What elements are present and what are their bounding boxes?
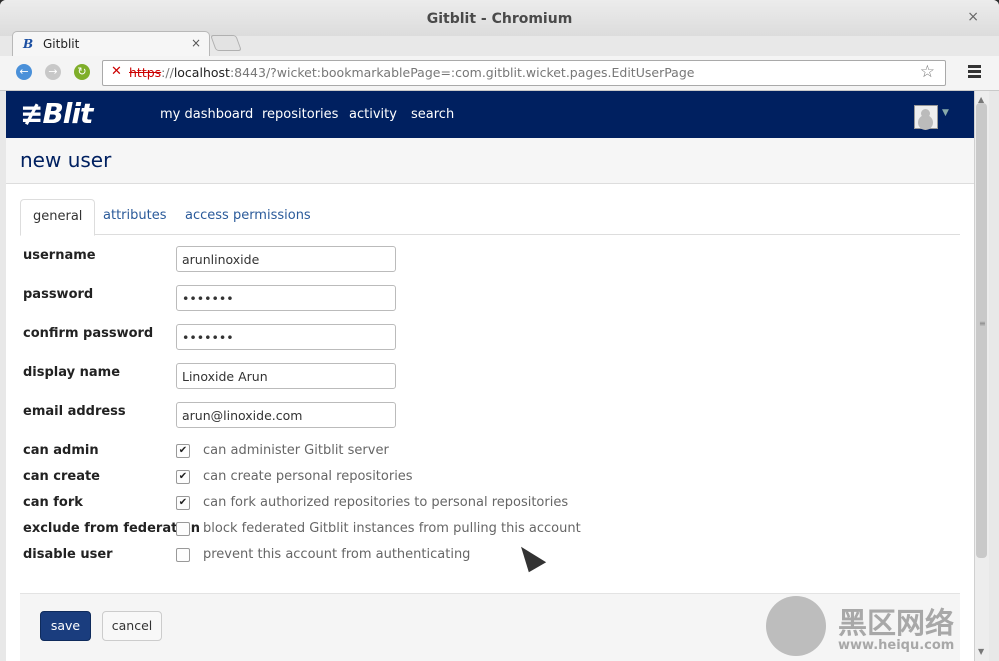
can-fork-checkbox[interactable]: ✔ [176, 496, 190, 510]
url-text[interactable]: https://localhost:8443/?wicket:bookmarka… [129, 65, 694, 80]
url-host: localhost [173, 65, 230, 80]
url-scheme: https [129, 65, 162, 80]
tab-general[interactable]: general [20, 199, 96, 236]
tab-access-permissions[interactable]: access permissions [173, 199, 323, 234]
tab-attributes[interactable]: attributes [91, 199, 178, 234]
page-header: new user [6, 138, 974, 184]
confirm-password-field[interactable]: ••••••• [176, 324, 396, 350]
scrollbar-thumb[interactable] [976, 103, 987, 558]
logo-mark: ≢ [20, 97, 43, 130]
nav-my-dashboard[interactable]: my dashboard [160, 107, 253, 122]
display-name-label: display name [23, 365, 121, 380]
watermark-text: 黑区网络 [838, 606, 955, 640]
bookmark-star-icon[interactable]: ☆ [920, 62, 935, 82]
browser-menu-icon[interactable] [968, 65, 981, 80]
insecure-lock-icon: ✕ [111, 64, 122, 79]
forward-icon[interactable]: → [45, 64, 61, 80]
gitblit-logo[interactable]: ≢Blit [20, 97, 93, 130]
page-title: new user [20, 148, 112, 172]
nav-repositories[interactable]: repositories [262, 107, 338, 122]
avatar[interactable] [914, 105, 938, 129]
gitblit-navbar: ≢Blit my dashboard repositories activity… [6, 91, 974, 138]
can-admin-label: can admin [23, 443, 99, 458]
confirm-password-label: confirm password [23, 326, 154, 341]
back-icon[interactable]: ← [16, 64, 32, 80]
cancel-button[interactable]: cancel [102, 611, 162, 641]
logo-text: Blit [42, 97, 93, 130]
watermark-logo-icon [766, 596, 826, 656]
nav-activity[interactable]: activity [349, 107, 397, 122]
nav-search[interactable]: search [411, 107, 454, 122]
exclude-federation-label: exclude from federation [23, 521, 200, 536]
exclude-federation-description: block federated Gitblit instances from p… [203, 521, 581, 536]
new-tab-button[interactable] [210, 35, 242, 51]
window-title: Gitblit - Chromium [426, 11, 573, 27]
can-create-description: can create personal repositories [203, 469, 413, 484]
window-close-icon[interactable]: × [967, 9, 979, 25]
address-bar[interactable]: ✕ https://localhost:8443/?wicket:bookmar… [102, 60, 946, 86]
email-address-label: email address [23, 404, 126, 419]
can-create-checkbox[interactable]: ✔ [176, 470, 190, 484]
can-admin-description: can administer Gitblit server [203, 443, 389, 458]
username-field[interactable]: arunlinoxide [176, 246, 396, 272]
disable-user-checkbox[interactable] [176, 548, 190, 562]
scrollbar-grip-icon: ≡ [979, 319, 986, 328]
url-separator: :// [161, 65, 174, 80]
can-fork-label: can fork [23, 495, 83, 510]
browser-tab-gitblit[interactable]: B Gitblit × [12, 31, 210, 57]
tab-label: Gitblit [43, 37, 80, 51]
mouse-cursor-icon [515, 539, 547, 573]
can-create-label: can create [23, 469, 100, 484]
reload-icon[interactable]: ↻ [74, 64, 90, 80]
display-name-field[interactable]: Linoxide Arun [176, 363, 396, 389]
browser-window: Gitblit - Chromium × B Gitblit × ← → ↻ ✕… [0, 0, 999, 661]
username-label: username [23, 248, 96, 263]
disable-user-label: disable user [23, 547, 113, 562]
vertical-scrollbar[interactable]: ▲ ≡ ▼ [974, 91, 989, 661]
tab-close-icon[interactable]: × [191, 36, 201, 50]
browser-toolbar: ← → ↻ ✕ https://localhost:8443/?wicket:b… [0, 56, 999, 91]
url-path: :8443/?wicket:bookmarkablePage=:com.gitb… [229, 65, 695, 80]
watermark-url: www.heiqu.com [838, 638, 955, 653]
password-label: password [23, 287, 94, 302]
save-button[interactable]: save [40, 611, 91, 641]
form-tabs: general attributes access permissions [20, 199, 960, 236]
gitblit-favicon-icon: B [23, 37, 34, 51]
can-admin-checkbox[interactable]: ✔ [176, 444, 190, 458]
user-menu-caret-icon[interactable]: ▼ [942, 108, 949, 118]
email-field[interactable]: arun@linoxide.com [176, 402, 396, 428]
watermark: 黑区网络 www.heiqu.com [766, 596, 996, 658]
password-field[interactable]: ••••••• [176, 285, 396, 311]
can-fork-description: can fork authorized repositories to pers… [203, 495, 569, 510]
disable-user-description: prevent this account from authenticating [203, 547, 471, 562]
page-viewport: ≢Blit my dashboard repositories activity… [6, 91, 974, 661]
exclude-federation-checkbox[interactable] [176, 522, 190, 536]
